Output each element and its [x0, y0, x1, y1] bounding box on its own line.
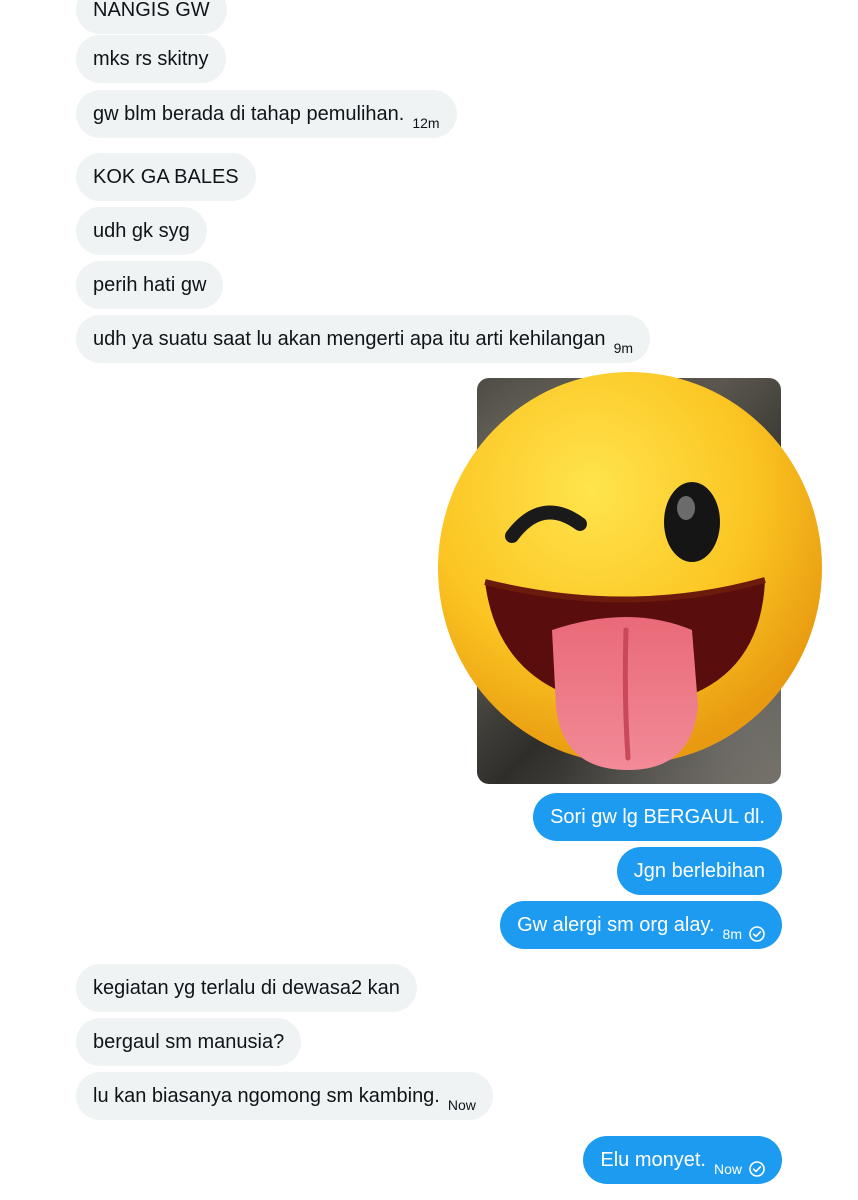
- message-text: udh ya suatu saat lu akan mengerti apa i…: [93, 327, 606, 350]
- winking-face-with-tongue-icon: [438, 372, 822, 770]
- message-bubble-in[interactable]: NANGIS GW: [76, 0, 227, 34]
- message-text: Jgn berlebihan: [633, 859, 765, 882]
- read-check-icon: [749, 1161, 765, 1177]
- message-timestamp: Now: [713, 1161, 742, 1177]
- message-text: Sori gw lg BERGAUL dl.: [550, 805, 765, 828]
- message-bubble-in[interactable]: perih hati gw: [76, 261, 224, 309]
- message-text: udh gk syg: [93, 219, 190, 242]
- read-check-icon: [749, 926, 765, 942]
- message-text: bergaul sm manusia?: [93, 1030, 285, 1053]
- message-bubble-out[interactable]: Sori gw lg BERGAUL dl.: [533, 793, 782, 841]
- message-bubble-out[interactable]: Jgn berlebihan: [616, 847, 782, 895]
- message-text: Gw alergi sm org alay.: [517, 913, 715, 936]
- message-bubble-in[interactable]: udh gk syg: [76, 207, 207, 255]
- message-bubble-out[interactable]: Elu monyet. Now: [583, 1136, 782, 1184]
- message-timestamp: Now: [447, 1097, 476, 1113]
- message-bubble-in[interactable]: kegiatan yg terlalu di dewasa2 kan: [76, 964, 417, 1012]
- message-bubble-out[interactable]: Gw alergi sm org alay. 8m: [500, 901, 782, 949]
- message-text: lu kan biasanya ngomong sm kambing.: [93, 1084, 440, 1107]
- message-text: NANGIS GW: [93, 0, 210, 21]
- message-bubble-in[interactable]: udh ya suatu saat lu akan mengerti apa i…: [76, 315, 651, 363]
- message-bubble-in[interactable]: mks rs skitny: [76, 35, 226, 83]
- message-bubble-in[interactable]: gw blm berada di tahap pemulihan. 12m: [76, 90, 457, 138]
- message-text: KOK GA BALES: [93, 165, 239, 188]
- message-bubble-in[interactable]: KOK GA BALES: [76, 153, 256, 201]
- message-bubble-in[interactable]: bergaul sm manusia?: [76, 1018, 302, 1066]
- message-timestamp: 12m: [412, 115, 440, 131]
- message-timestamp: 9m: [613, 340, 634, 356]
- message-bubble-in[interactable]: lu kan biasanya ngomong sm kambing. Now: [76, 1072, 493, 1120]
- message-text: perih hati gw: [93, 273, 207, 296]
- message-text: gw blm berada di tahap pemulihan.: [93, 102, 405, 125]
- message-text: kegiatan yg terlalu di dewasa2 kan: [93, 976, 400, 999]
- message-text: Elu monyet.: [600, 1148, 706, 1171]
- message-timestamp: 8m: [722, 926, 742, 942]
- message-text: mks rs skitny: [93, 47, 209, 70]
